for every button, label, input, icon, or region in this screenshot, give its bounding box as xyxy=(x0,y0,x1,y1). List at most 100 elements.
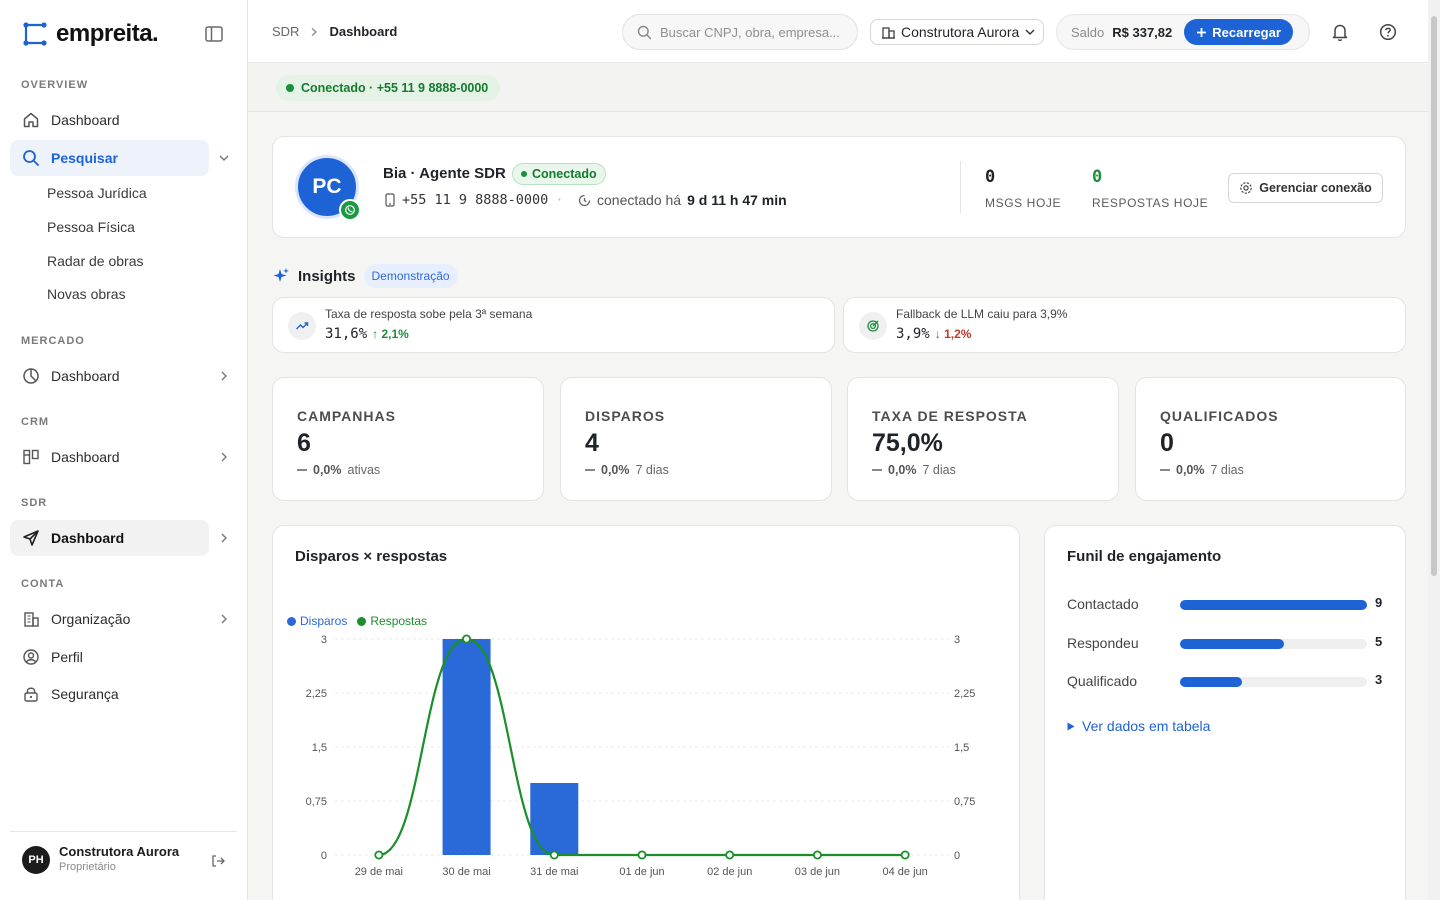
plus-icon xyxy=(1197,27,1207,37)
user-box[interactable]: PH Construtora Aurora Proprietário xyxy=(10,831,237,891)
section-sdr: SDR xyxy=(21,497,48,509)
sidebar-item-organizacao[interactable]: Organização xyxy=(10,601,209,637)
chart-card: 0 0,75 1,5 2,25 3 0 0,75 1,5 2,25 3 29 de mai 30 de… xyxy=(272,525,1020,900)
clock-icon xyxy=(578,194,591,206)
section-mercado: MERCADO xyxy=(21,335,85,347)
chevron-right-icon[interactable] xyxy=(218,613,230,625)
point-respostas xyxy=(637,850,647,860)
kpi-card-disparos: DISPAROS 4 0,0% 7 dias xyxy=(560,377,832,501)
agent-connected-prefix: conectado há xyxy=(597,192,682,208)
bell-icon[interactable] xyxy=(1331,22,1349,42)
legend-item-respostas[interactable]: Respostas xyxy=(357,614,427,628)
kpi-label: CAMPANHAS xyxy=(297,408,396,424)
y2-tick-label: 0,75 xyxy=(954,796,975,808)
breadcrumb-sdr[interactable]: SDR xyxy=(272,24,299,39)
kpi-delta-row: 0,0% 7 dias xyxy=(585,463,669,477)
brand-logo[interactable]: empreita. xyxy=(22,20,159,48)
legend-item-disparos[interactable]: Disparos xyxy=(287,614,347,628)
funnel-label: Contactado xyxy=(1067,596,1139,612)
chevron-right-icon[interactable] xyxy=(218,532,230,544)
org-select-value: Construtora Aurora xyxy=(901,24,1020,40)
insight-card[interactable]: Taxa de resposta sobe pela 3ª semana 31,… xyxy=(272,297,835,353)
pie-chart-icon xyxy=(22,367,40,385)
phone-icon xyxy=(385,193,395,207)
legend-label: Respostas xyxy=(370,614,428,628)
kpi-note: 7 dias xyxy=(635,463,669,477)
connection-status-text: Conectado · +55 11 9 8888-0000 xyxy=(301,81,489,95)
sidebar-subitem-pessoa-fisica[interactable]: Pessoa Física xyxy=(47,219,135,235)
agent-connected-since: conectado há 9 d 11 h 47 min xyxy=(578,192,787,208)
point-respostas xyxy=(374,850,384,860)
scrollbar-thumb[interactable] xyxy=(1431,16,1437,576)
section-overview: OVERVIEW xyxy=(21,79,89,91)
funnel-count: 5 xyxy=(1375,634,1383,649)
kpi-label: TAXA DE RESPOSTA xyxy=(872,408,1028,424)
user-role: Proprietário xyxy=(59,861,116,873)
sidebar-item-seguranca[interactable]: Segurança xyxy=(10,676,209,712)
kpi-delta-row: 0,0% 7 dias xyxy=(1160,463,1244,477)
avatar: PH xyxy=(22,846,50,874)
msgs-today: 0 MSGS HOJE xyxy=(985,167,1061,210)
kpi-value: 0 xyxy=(1160,429,1174,457)
y2-tick-label: 0 xyxy=(954,850,960,862)
sidebar-toggle-icon[interactable] xyxy=(204,25,224,43)
breadcrumb: SDR Dashboard xyxy=(272,24,397,39)
sidebar-item-pesquisar[interactable]: Pesquisar xyxy=(10,140,209,176)
user-circle-icon xyxy=(22,648,40,666)
sidebar-item-sdr-dashboard[interactable]: Dashboard xyxy=(10,520,209,556)
sidebar-item-label: Pesquisar xyxy=(51,150,118,166)
funnel-count: 9 xyxy=(1375,595,1383,610)
target-icon xyxy=(859,312,887,340)
funnel-row: Contactado 9 xyxy=(1067,594,1387,614)
funnel-bar-fill xyxy=(1180,677,1243,687)
legend-label: Disparos xyxy=(300,614,348,628)
send-icon xyxy=(22,529,40,547)
recharge-button[interactable]: Recarregar xyxy=(1184,19,1293,45)
insight-card[interactable]: Fallback de LLM caiu para 3,9% 3,9% ↓ 1,… xyxy=(843,297,1406,353)
logout-icon[interactable] xyxy=(210,853,226,869)
disparos-respostas-chart: 0 0,75 1,5 2,25 3 0 0,75 1,5 2,25 3 29 de mai 30 de… xyxy=(306,634,976,878)
home-icon xyxy=(22,111,40,129)
insight-value-row: 3,9% ↓ 1,2% xyxy=(896,326,971,342)
y2-tick-label: 1,5 xyxy=(954,742,969,754)
help-icon[interactable] xyxy=(1379,23,1397,41)
search-icon xyxy=(637,25,652,39)
funnel-title: Funil de engajamento xyxy=(1067,548,1222,565)
point-respostas xyxy=(812,850,822,860)
view-table-link[interactable]: Ver dados em tabela xyxy=(1067,718,1210,734)
brand-name: empreita. xyxy=(56,20,159,47)
chevron-right-icon[interactable] xyxy=(218,370,230,382)
balance-box: Saldo R$ 337,82 Recarregar xyxy=(1056,14,1310,50)
sidebar-item-perfil[interactable]: Perfil xyxy=(10,639,209,675)
replies-today: 0 RESPOSTAS HOJE xyxy=(1092,167,1208,210)
chevron-right-icon[interactable] xyxy=(218,451,230,463)
kpi-value: 75,0% xyxy=(872,429,943,457)
kpi-card-qualificados: QUALIFICADOS 0 0,0% 7 dias xyxy=(1135,377,1406,501)
replies-today-value: 0 xyxy=(1092,167,1103,187)
manage-connection-button[interactable]: Gerenciar conexão xyxy=(1228,173,1383,203)
kpi-value: 6 xyxy=(297,429,311,457)
divider xyxy=(960,161,961,213)
sidebar-subitem-novas-obras[interactable]: Novas obras xyxy=(47,286,126,302)
chevron-down-icon[interactable] xyxy=(218,152,230,164)
whatsapp-icon xyxy=(339,199,361,221)
sidebar-subitem-pessoa-juridica[interactable]: Pessoa Jurídica xyxy=(47,185,147,201)
org-select[interactable]: Construtora Aurora xyxy=(870,19,1044,45)
topbar: SDR Dashboard Construtora Aurora Saldo R… xyxy=(248,0,1428,63)
insight-text: Taxa de resposta sobe pela 3ª semana xyxy=(325,307,533,321)
sidebar-subitem-radar-obras[interactable]: Radar de obras xyxy=(47,253,144,269)
msgs-today-value: 0 xyxy=(985,167,996,187)
sidebar: empreita. OVERVIEW Dashboard Pesquisar P… xyxy=(0,0,248,900)
page-scrollbar[interactable] xyxy=(1428,0,1440,900)
section-crm: CRM xyxy=(21,416,50,428)
sidebar-item-overview-dashboard[interactable]: Dashboard xyxy=(10,102,209,138)
kpi-card-taxa-resposta: TAXA DE RESPOSTA 75,0% 0,0% 7 dias xyxy=(847,377,1119,501)
insight-value: 3,9% xyxy=(896,326,930,342)
replies-today-label: RESPOSTAS HOJE xyxy=(1092,196,1209,210)
kpi-delta: 0,0% xyxy=(313,463,342,477)
insight-value: 31,6% xyxy=(325,326,368,342)
sidebar-item-crm-dashboard[interactable]: Dashboard xyxy=(10,439,209,475)
search-input[interactable] xyxy=(660,24,850,40)
sidebar-item-mercado-dashboard[interactable]: Dashboard xyxy=(10,358,209,394)
search-box[interactable] xyxy=(622,14,858,50)
